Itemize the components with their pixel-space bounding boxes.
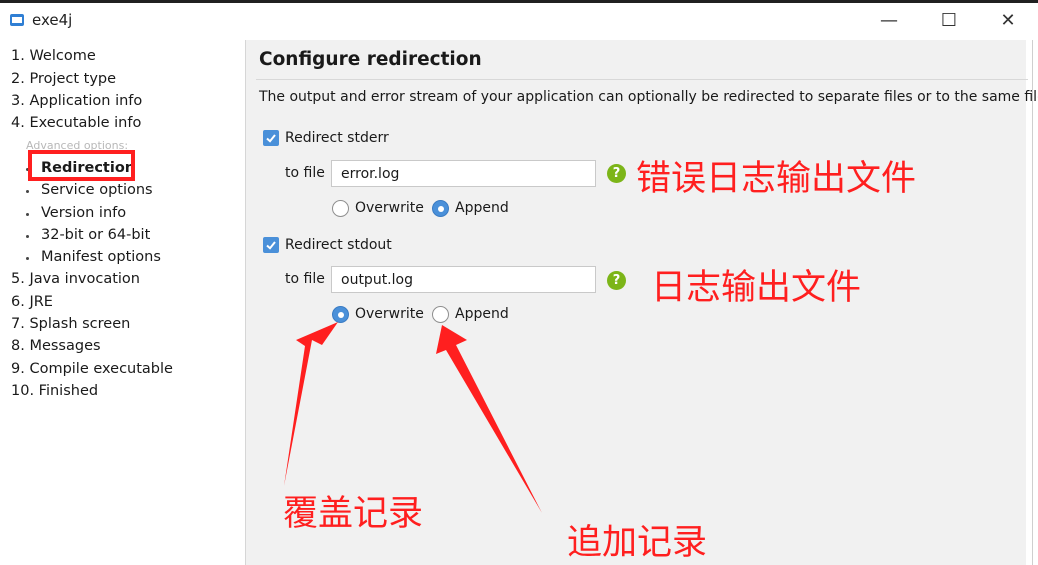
arrow-to-overwrite bbox=[284, 322, 338, 486]
arrow-to-append bbox=[436, 325, 542, 513]
annotation-arrows bbox=[284, 322, 542, 513]
